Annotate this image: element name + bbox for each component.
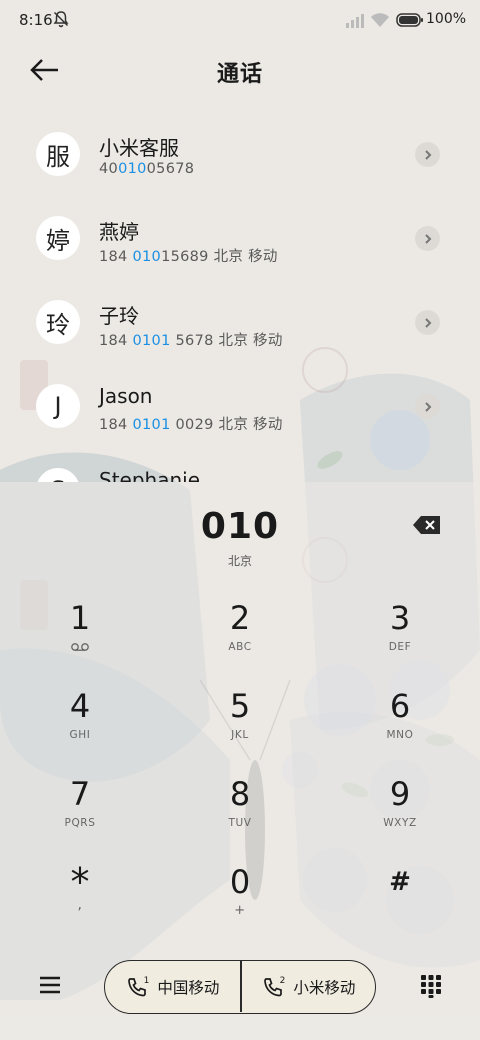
contact-detail-button[interactable] bbox=[415, 226, 440, 251]
contact-detail-button[interactable] bbox=[415, 394, 440, 419]
call-sim2-button[interactable]: 2 小米移动 bbox=[241, 961, 375, 1012]
contact-name: 燕婷 bbox=[99, 220, 139, 244]
contact-detail-button[interactable] bbox=[415, 310, 440, 335]
chevron-right-icon bbox=[424, 317, 431, 328]
key-7[interactable]: 7 PQRS bbox=[20, 774, 140, 854]
sim2-label: 小米移动 bbox=[293, 978, 356, 997]
key-letters: ABC bbox=[228, 641, 252, 653]
key-digit: 3 bbox=[389, 599, 411, 637]
key-letters: JKL bbox=[231, 729, 249, 741]
signal-icon bbox=[346, 14, 364, 28]
voicemail-icon bbox=[71, 643, 89, 651]
sim2-index: 2 bbox=[279, 975, 286, 986]
contact-number: 184 0101 5678 北京 移动 bbox=[99, 333, 283, 349]
key-hash[interactable]: # bbox=[340, 862, 460, 942]
key-digit: 5 bbox=[229, 687, 251, 725]
battery-icon bbox=[396, 13, 423, 27]
key-2[interactable]: 2 ABC bbox=[180, 598, 300, 678]
contact-name: Stephanie bbox=[99, 468, 201, 482]
dialpad-icon[interactable] bbox=[420, 974, 442, 998]
wifi-icon bbox=[371, 13, 389, 27]
contact-detail-button[interactable] bbox=[415, 142, 440, 167]
key-digit: * bbox=[70, 860, 90, 904]
key-star[interactable]: * , bbox=[20, 862, 140, 942]
key-0[interactable]: 0 + bbox=[180, 862, 300, 942]
key-9[interactable]: 9 WXYZ bbox=[340, 774, 460, 854]
key-digit: 1 bbox=[69, 599, 91, 637]
avatar: 婷 bbox=[36, 216, 80, 260]
contact-name: 小米客服 bbox=[99, 136, 179, 160]
contact-number: 184 01015689 北京 移动 bbox=[99, 249, 278, 265]
key-8[interactable]: 8 TUV bbox=[180, 774, 300, 854]
sim1-index: 1 bbox=[143, 975, 150, 986]
key-3[interactable]: 3 DEF bbox=[340, 598, 460, 678]
number-location: 北京 bbox=[227, 554, 252, 568]
key-digit: 4 bbox=[69, 687, 91, 725]
menu-icon[interactable] bbox=[38, 974, 62, 996]
key-digit: # bbox=[389, 867, 411, 897]
contact-row[interactable]: 玲 子玲 184 0101 5678 北京 移动 bbox=[0, 280, 480, 364]
contact-list[interactable]: 服 小米客服 4001005678 婷 燕婷 184 01015689 北京 移… bbox=[0, 112, 480, 482]
key-digit: 7 bbox=[69, 775, 91, 813]
backspace-icon[interactable] bbox=[412, 514, 442, 536]
key-digit: 9 bbox=[389, 775, 411, 813]
key-letters: PQRS bbox=[64, 817, 96, 829]
contact-row[interactable]: 服 小米客服 4001005678 bbox=[0, 112, 480, 196]
key-6[interactable]: 6 MNO bbox=[340, 686, 460, 766]
contact-number: 4001005678 bbox=[99, 161, 195, 177]
chevron-right-icon bbox=[424, 149, 431, 160]
sim-call-buttons: 1 中国移动 2 小米移动 bbox=[104, 960, 376, 1014]
key-5[interactable]: 5 JKL bbox=[180, 686, 300, 766]
key-digit: 8 bbox=[229, 775, 251, 813]
battery-percent: 100% bbox=[426, 11, 467, 27]
contact-number: 184 0101 0029 北京 移动 bbox=[99, 417, 283, 433]
dialed-number[interactable]: 010 bbox=[0, 506, 480, 547]
avatar: 玲 bbox=[36, 300, 80, 344]
contact-row[interactable]: 婷 燕婷 184 01015689 北京 移动 bbox=[0, 196, 480, 280]
contact-row[interactable]: J Jason 184 0101 0029 北京 移动 bbox=[0, 364, 480, 448]
key-4[interactable]: 4 GHI bbox=[20, 686, 140, 766]
key-digit: 2 bbox=[229, 599, 251, 637]
page-title: 通话 bbox=[216, 62, 263, 87]
key-1[interactable]: 1 bbox=[20, 598, 140, 678]
key-letters: , bbox=[77, 897, 83, 913]
contact-name: Jason bbox=[99, 384, 153, 408]
key-letters: MNO bbox=[386, 729, 414, 741]
sim1-label: 中国移动 bbox=[157, 978, 220, 997]
key-letters: GHI bbox=[69, 729, 91, 741]
contact-row[interactable]: S Stephanie bbox=[0, 448, 480, 482]
call-sim1-button[interactable]: 1 中国移动 bbox=[105, 961, 240, 1012]
key-digit: 0 bbox=[229, 863, 251, 901]
mute-bell-icon bbox=[53, 11, 69, 28]
chevron-right-icon bbox=[424, 401, 431, 412]
key-letters: WXYZ bbox=[383, 817, 417, 829]
avatar: S bbox=[36, 468, 80, 482]
key-letters: + bbox=[234, 903, 246, 918]
chevron-right-icon bbox=[424, 233, 431, 244]
key-letters: TUV bbox=[228, 817, 252, 829]
status-bar: 8:16 100% bbox=[0, 0, 480, 42]
avatar: J bbox=[36, 384, 80, 428]
status-time: 8:16 bbox=[19, 11, 53, 29]
key-digit: 6 bbox=[389, 687, 411, 725]
key-letters: DEF bbox=[388, 641, 412, 653]
contact-name: 子玲 bbox=[99, 304, 139, 328]
avatar: 服 bbox=[36, 132, 80, 176]
